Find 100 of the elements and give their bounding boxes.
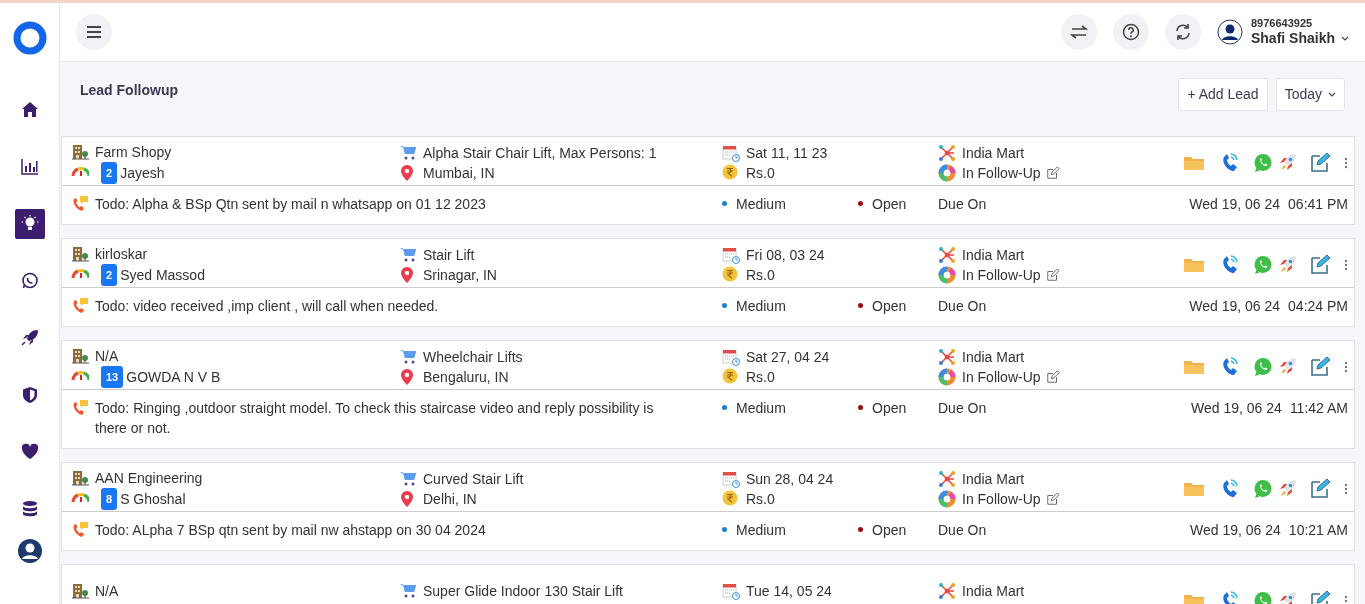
refresh-button[interactable]	[1164, 13, 1201, 50]
rocket-icon[interactable]	[20, 329, 39, 347]
amount-text: Rs.0	[746, 367, 775, 387]
due-time: 11:42 AM	[1289, 398, 1348, 418]
swap-arrows-icon[interactable]	[1069, 23, 1088, 40]
priority-label: Medium	[736, 296, 786, 316]
whatsapp-icon[interactable]	[20, 272, 39, 290]
edit-icon[interactable]	[1045, 369, 1060, 384]
cart-icon	[399, 581, 417, 600]
priority-label: Medium	[736, 398, 786, 418]
network-icon	[938, 347, 956, 366]
due-label: Due On	[938, 520, 987, 540]
contact-name: Syed Massod	[120, 265, 205, 285]
menu-button[interactable]	[76, 13, 112, 50]
followup-date: Sun 28, 04 24	[746, 469, 834, 489]
rocket-button[interactable]	[1278, 590, 1298, 604]
due-label: Due On	[938, 194, 987, 214]
add-lead-button[interactable]: + Add Lead	[1178, 77, 1268, 111]
status-label: Open	[872, 296, 907, 316]
contact-name: S Ghoshal	[120, 489, 186, 509]
status-ring-icon	[938, 163, 956, 182]
shield-icon[interactable]	[20, 386, 39, 404]
more-options-button[interactable]	[1344, 258, 1348, 271]
status-ring-icon	[938, 367, 956, 386]
refresh-icon[interactable]	[1173, 22, 1192, 41]
todo-text: Todo: Alpha & BSp Qtn sent by mail n whatsapp on 01 12 2023	[95, 194, 486, 214]
edit-button[interactable]	[1310, 151, 1332, 174]
edit-icon[interactable]	[1045, 267, 1060, 282]
chart-icon[interactable]	[20, 158, 39, 176]
building-icon	[71, 244, 89, 263]
swap-button[interactable]	[1060, 13, 1097, 50]
product-name: Stair Lift	[423, 245, 475, 265]
page-title: Lead Followup	[80, 80, 178, 100]
edit-button[interactable]	[1310, 355, 1332, 378]
product-name: Curved Stair Lift	[423, 469, 524, 489]
more-options-button[interactable]	[1344, 156, 1348, 169]
due-label: Due On	[938, 296, 987, 316]
caret-icon[interactable]	[1328, 91, 1336, 97]
contact-name: GOWDA N V B	[126, 367, 221, 387]
cart-icon	[399, 143, 417, 162]
followup-date: Fri 08, 03 24	[746, 245, 825, 265]
rocket-button[interactable]	[1278, 478, 1298, 499]
rocket-button[interactable]	[1278, 356, 1298, 377]
calendar-icon	[722, 469, 740, 488]
sidebar-item[interactable]	[14, 209, 45, 239]
database-icon[interactable]	[20, 500, 39, 518]
company-name: N/A	[95, 581, 119, 601]
home-icon[interactable]	[20, 101, 39, 119]
todo-text: Todo: Ringing ,outdoor straight model. To check this staircase video and reply possibility is there or not.	[95, 398, 655, 438]
user-avatar-icon[interactable]	[1216, 18, 1243, 45]
company-name: AAN Engineering	[95, 468, 203, 488]
more-options-button[interactable]	[1344, 594, 1348, 604]
amount-text: Rs.0	[746, 163, 775, 183]
building-icon	[71, 468, 89, 487]
due-date: Wed 19, 06 24	[1189, 194, 1281, 214]
amount-text: Rs.0	[746, 489, 775, 509]
status-ring-icon	[938, 489, 956, 508]
lead-source: India Mart	[962, 245, 1025, 265]
rocket-button[interactable]	[1278, 254, 1298, 275]
lead-stage: In Follow-Up	[962, 489, 1041, 509]
help-button[interactable]	[1112, 13, 1149, 50]
heart-icon[interactable]	[20, 443, 39, 461]
followup-date: Sat 11, 11 23	[746, 143, 828, 163]
lead-source: India Mart	[962, 581, 1025, 601]
status-ring-icon	[938, 265, 956, 284]
help-icon[interactable]	[1121, 22, 1140, 41]
company-name: N/A	[95, 346, 119, 366]
menu-icon[interactable]	[86, 24, 102, 39]
lead-count-badge: 8	[101, 487, 118, 510]
user-name[interactable]: Shafi Shaikh	[1250, 30, 1335, 47]
contact-name: Jayesh	[120, 163, 165, 183]
user-avatar-icon[interactable]	[16, 538, 43, 564]
calendar-icon	[722, 245, 740, 264]
due-label: Due On	[938, 398, 987, 418]
company-name: Farm Shopy	[95, 142, 172, 162]
product-name: Wheelchair Lifts	[423, 347, 523, 367]
more-options-button[interactable]	[1344, 360, 1348, 373]
edit-icon[interactable]	[1045, 491, 1060, 506]
cart-icon	[399, 347, 417, 366]
edit-button[interactable]	[1310, 253, 1332, 276]
more-options-button[interactable]	[1344, 482, 1348, 495]
rocket-button[interactable]	[1278, 152, 1298, 173]
calendar-icon	[722, 347, 740, 366]
logo-icon	[12, 21, 47, 55]
followup-date: Tue 14, 05 24	[746, 581, 832, 601]
lightbulb-icon[interactable]	[20, 215, 39, 233]
due-time: 06:41 PM	[1288, 194, 1348, 214]
product-name: Alpha Stair Chair Lift, Max Persons: 1	[423, 143, 657, 163]
company-name: kirloskar	[95, 244, 148, 264]
edit-icon[interactable]	[1045, 165, 1060, 180]
due-date: Wed 19, 06 24	[1189, 296, 1281, 316]
cart-icon	[399, 245, 417, 264]
edit-button[interactable]	[1310, 477, 1332, 500]
user-phone: 8976643925	[1250, 16, 1314, 30]
lead-stage: In Follow-Up	[962, 163, 1041, 183]
date-filter-dropdown[interactable]: Today	[1275, 77, 1345, 111]
todo-text: Todo: ALpha 7 BSp qtn sent by mail nw ahstapp on 30 04 2024	[95, 520, 486, 540]
caret-icon[interactable]	[1341, 35, 1349, 41]
lead-source: India Mart	[962, 469, 1025, 489]
rupee-coin-icon	[722, 163, 740, 182]
